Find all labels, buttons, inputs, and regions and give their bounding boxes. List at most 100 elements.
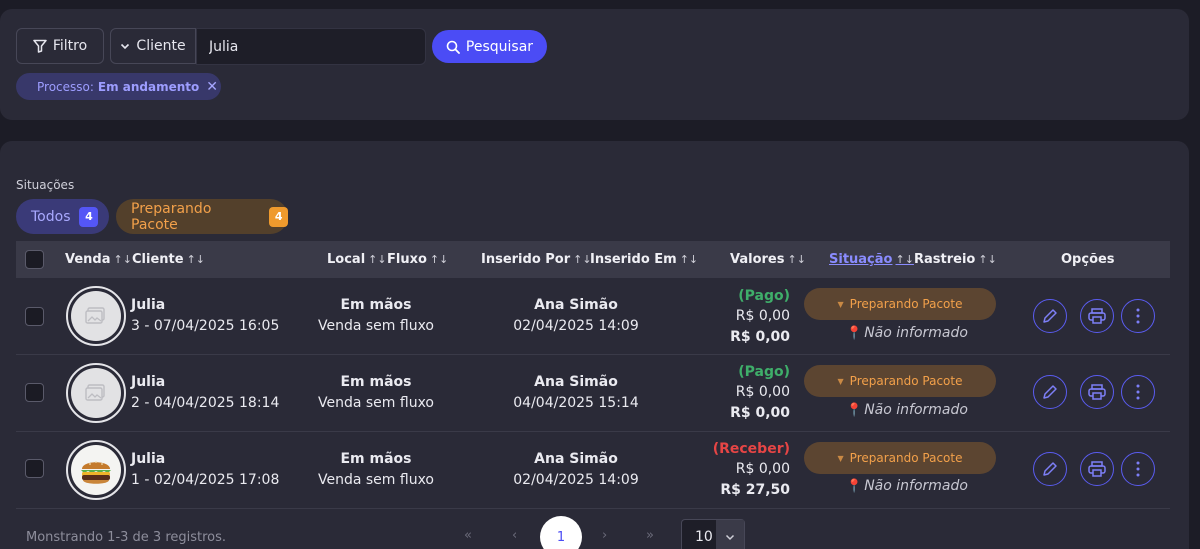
sort-icon: ↑↓ [573, 253, 592, 266]
search-button-label: Pesquisar [465, 38, 534, 55]
prev-page-button[interactable]: ‹ [512, 528, 517, 543]
status-label: Preparando Pacote [849, 374, 963, 388]
next-page-button[interactable]: › [602, 528, 607, 543]
local-value: Em mãos [340, 451, 412, 467]
value-paid: R$ 0,00 [735, 461, 790, 477]
column-rastreio[interactable]: Rastreio ↑↓ [914, 241, 997, 278]
more-options-button[interactable] [1121, 452, 1155, 486]
edit-button[interactable] [1033, 299, 1067, 333]
print-button[interactable] [1080, 452, 1114, 486]
search-button[interactable]: Pesquisar [432, 30, 547, 63]
tracking-info: 📍 Não informado [846, 402, 968, 418]
inserted-at: 02/04/2025 14:09 [513, 472, 639, 488]
value-total: R$ 0,00 [730, 329, 790, 345]
inserted-by: Ana Simão [534, 374, 618, 390]
client-name: Julia [131, 374, 166, 390]
column-inserido-em[interactable]: Inserido Em ↑↓ [590, 241, 698, 278]
print-button[interactable] [1080, 299, 1114, 333]
sort-icon: ↑↓ [895, 253, 914, 266]
status-dropdown[interactable]: ▼ Preparando Pacote [804, 365, 996, 397]
page-size-select[interactable]: 10 [681, 519, 745, 549]
printer-icon [1088, 384, 1106, 400]
column-opcoes: Opções [1061, 241, 1115, 278]
tracking-label: Não informado [864, 325, 968, 341]
status-dropdown[interactable]: ▼ Preparando Pacote [804, 288, 996, 320]
pencil-icon [1043, 462, 1057, 476]
status-dropdown[interactable]: ▼ Preparando Pacote [804, 442, 996, 474]
first-page-button[interactable]: « [464, 528, 472, 543]
tracking-label: Não informado [864, 478, 968, 494]
status-pill-all[interactable]: Todos 4 [16, 199, 109, 234]
client-name: Julia [131, 451, 166, 467]
local-value: Em mãos [340, 374, 412, 390]
table-row[interactable]: Julia 2 - 04/04/2025 18:14 Em mãos Venda… [16, 355, 1170, 432]
column-label: Valores [730, 252, 785, 267]
filter-button[interactable]: Filtro [16, 28, 104, 64]
page-size-value: 10 [695, 529, 713, 545]
column-inserido-por[interactable]: Inserido Por ↑↓ [481, 241, 592, 278]
select-all-checkbox[interactable] [25, 250, 44, 269]
sort-icon: ↑↓ [368, 253, 387, 266]
search-field-dropdown[interactable]: Cliente [110, 28, 196, 64]
tracking-info: 📍 Não informado [846, 325, 968, 341]
sort-icon: ↑↓ [429, 253, 449, 266]
inserted-at: 04/04/2025 15:14 [513, 395, 639, 411]
column-local[interactable]: Local ↑↓ [327, 241, 387, 278]
value-paid: R$ 0,00 [735, 308, 790, 324]
filter-card [0, 9, 1189, 120]
search-input[interactable] [196, 28, 426, 65]
row-checkbox[interactable] [25, 459, 44, 478]
column-valores[interactable]: Valores ↑↓ [730, 241, 806, 278]
search-icon [446, 40, 460, 54]
map-pin-icon: 📍 [846, 478, 863, 494]
row-checkbox[interactable] [25, 383, 44, 402]
chevron-down-icon: ▼ [837, 376, 844, 386]
chevron-down-icon: ▼ [837, 453, 844, 463]
inserted-by: Ana Simão [534, 297, 618, 313]
column-venda[interactable]: Venda ↑↓ [65, 241, 132, 278]
column-label: Venda [65, 252, 111, 267]
search-field-label: Cliente [136, 38, 186, 54]
column-label: Opções [1061, 252, 1115, 267]
table-row[interactable]: Julia 1 - 02/04/2025 17:08 Em mãos Venda… [16, 432, 1170, 509]
print-button[interactable] [1080, 375, 1114, 409]
image-placeholder-icon [85, 384, 105, 401]
column-fluxo[interactable]: Fluxo ↑↓ [387, 241, 448, 278]
more-options-button[interactable] [1121, 299, 1155, 333]
filter-button-label: Filtro [52, 38, 88, 54]
chevron-down-icon [716, 520, 744, 549]
status-pill-label: Todos [31, 208, 71, 225]
status-pill-preparing[interactable]: Preparando Pacote 4 [116, 199, 288, 234]
local-value: Em mãos [340, 297, 412, 313]
avatar [66, 440, 126, 500]
table-row[interactable]: Julia 3 - 07/04/2025 16:05 Em mãos Venda… [16, 278, 1170, 355]
column-cliente[interactable]: Cliente ↑↓ [132, 241, 205, 278]
value-total: R$ 27,50 [720, 482, 790, 498]
sort-icon: ↑↓ [186, 253, 205, 266]
edit-button[interactable] [1033, 452, 1067, 486]
close-icon[interactable]: ✕ [206, 79, 218, 95]
printer-icon [1088, 461, 1106, 477]
more-options-button[interactable] [1121, 375, 1155, 409]
column-label: Situação [829, 252, 893, 267]
sort-icon: ↑↓ [113, 253, 132, 266]
column-label: Local [327, 252, 366, 267]
tracking-label: Não informado [864, 402, 968, 418]
pencil-icon [1043, 309, 1057, 323]
fluxo-value: Venda sem fluxo [318, 472, 434, 488]
more-vertical-icon [1136, 384, 1140, 400]
burger-product-image [81, 461, 111, 484]
table-header: Venda ↑↓ Cliente ↑↓ Local ↑↓ Fluxo ↑↓ Inseri… [16, 241, 1170, 278]
status-pill-label: Preparando Pacote [131, 200, 212, 233]
last-page-button[interactable]: » [646, 528, 654, 543]
tracking-info: 📍 Não informado [846, 478, 968, 494]
avatar [66, 286, 126, 346]
row-checkbox[interactable] [25, 307, 44, 326]
funnel-icon [33, 39, 47, 53]
inserted-at: 02/04/2025 14:09 [513, 318, 639, 334]
payment-status: (Pago) [738, 364, 790, 380]
edit-button[interactable] [1033, 375, 1067, 409]
inserted-by: Ana Simão [534, 451, 618, 467]
sale-info: 2 - 04/04/2025 18:14 [131, 395, 280, 411]
column-situacao[interactable]: Situação ↑↓ [829, 241, 914, 278]
